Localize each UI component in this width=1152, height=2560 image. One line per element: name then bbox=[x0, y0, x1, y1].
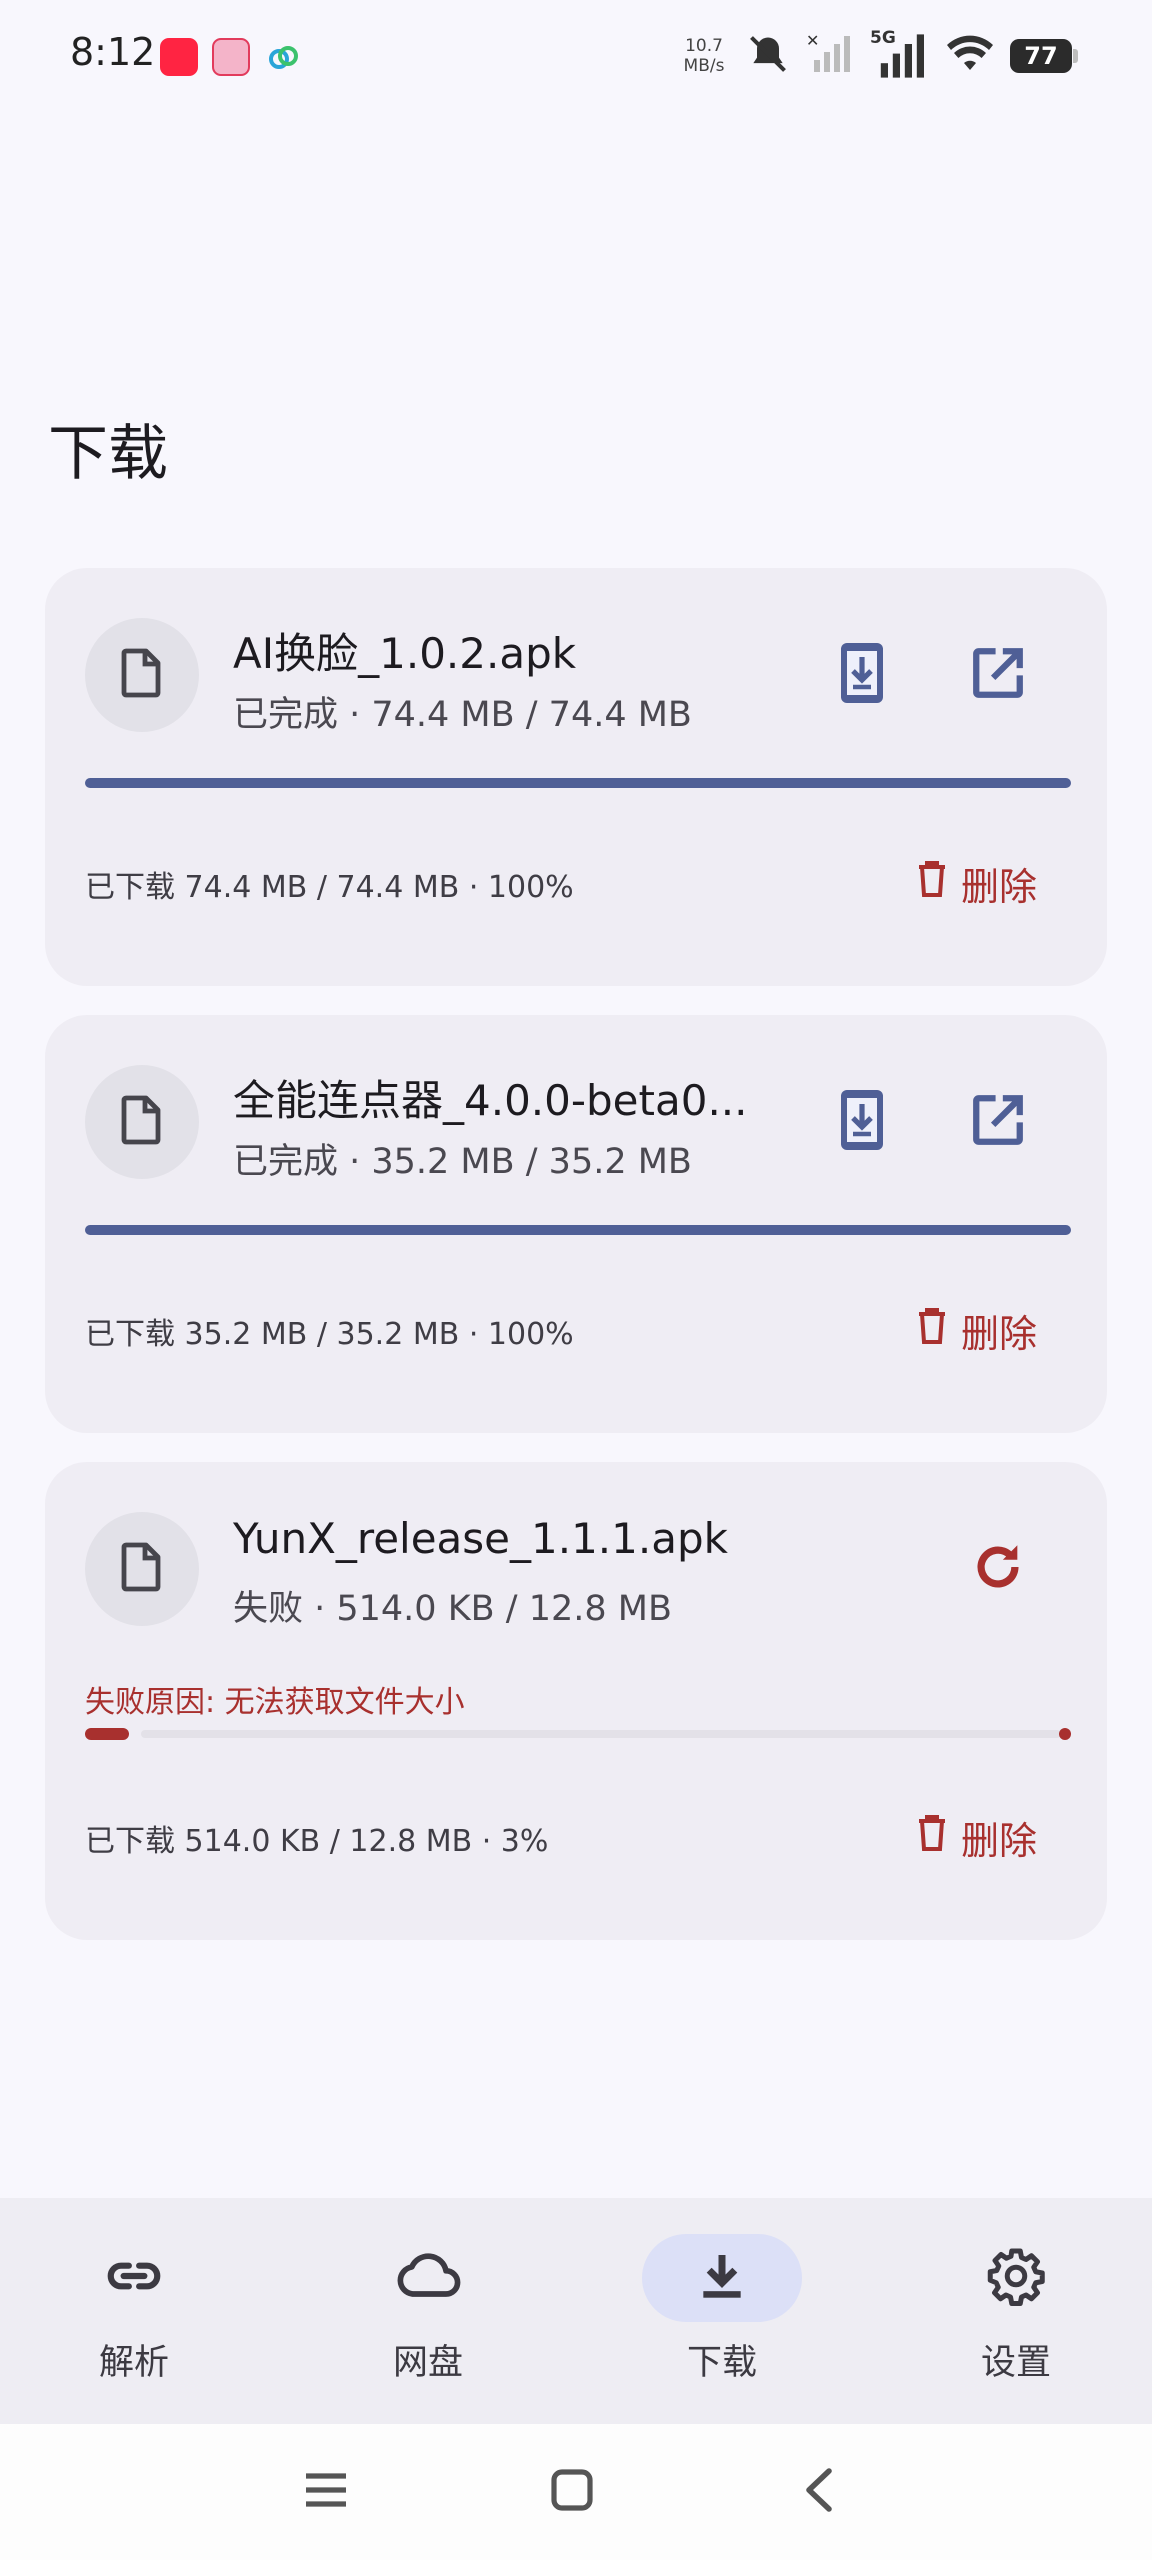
home-button[interactable] bbox=[532, 2452, 612, 2532]
network-speed: 10.7 MB/s bbox=[683, 36, 725, 76]
nav-label: 网盘 bbox=[392, 2343, 463, 2383]
cloud-app-icon bbox=[266, 40, 300, 78]
download-card: AI换脸_1.0.2.apk 已完成 · 74.4 MB / 74.4 MB 已… bbox=[45, 568, 1107, 986]
delete-button[interactable]: 删除 bbox=[917, 1810, 1037, 1865]
progress-fill bbox=[85, 1728, 129, 1740]
file-status: 失败 · 514.0 KB / 12.8 MB bbox=[233, 1589, 672, 1629]
nav-label: 下载 bbox=[686, 2343, 757, 2383]
link-icon bbox=[103, 2245, 165, 2311]
file-icon bbox=[120, 1094, 164, 1150]
cloud-icon bbox=[392, 2245, 464, 2311]
status-time: 8:12 bbox=[70, 30, 156, 74]
open-external-button[interactable] bbox=[958, 635, 1038, 715]
progress-track-rest bbox=[141, 1730, 1061, 1738]
download-card: 全能连点器_4.0.0-beta0... 已完成 · 35.2 MB / 35.… bbox=[45, 1015, 1107, 1433]
file-status: 已完成 · 35.2 MB / 35.2 MB bbox=[233, 1142, 692, 1182]
delete-button[interactable]: 删除 bbox=[917, 856, 1037, 911]
delete-label: 删除 bbox=[960, 865, 1037, 909]
install-button[interactable] bbox=[822, 1082, 902, 1162]
file-icon bbox=[120, 647, 164, 703]
trash-icon bbox=[917, 1307, 947, 1354]
delete-label: 删除 bbox=[960, 1312, 1037, 1356]
battery-indicator: 77 bbox=[1010, 39, 1078, 73]
error-reason: 失败原因: 无法获取文件大小 bbox=[85, 1685, 465, 1720]
file-avatar bbox=[85, 1512, 199, 1626]
system-navigation-bar bbox=[0, 2424, 1152, 2560]
downloaded-info: 已下载 35.2 MB / 35.2 MB · 100% bbox=[85, 1317, 574, 1352]
back-button[interactable] bbox=[778, 2452, 858, 2532]
progress-bar bbox=[85, 778, 1071, 788]
progress-bar bbox=[85, 1225, 1071, 1235]
file-name: YunX_release_1.1.1.apk bbox=[233, 1514, 728, 1563]
progress-end-dot bbox=[1059, 1728, 1071, 1740]
signal-no-service-icon: ✕ bbox=[806, 31, 854, 80]
xiaohongshu-app-icon bbox=[160, 38, 198, 76]
trash-icon bbox=[917, 1814, 947, 1861]
nav-item-parse[interactable]: 解析 bbox=[34, 2234, 234, 2385]
file-avatar bbox=[85, 618, 199, 732]
delete-button[interactable]: 删除 bbox=[917, 1303, 1037, 1358]
delete-label: 删除 bbox=[960, 1819, 1037, 1863]
menu-button[interactable] bbox=[286, 2452, 366, 2532]
progress-bar bbox=[85, 1728, 1071, 1740]
wifi-icon bbox=[946, 34, 994, 78]
nav-item-settings[interactable]: 设置 bbox=[916, 2234, 1116, 2385]
page-title: 下载 bbox=[48, 419, 168, 489]
nav-item-netdisk[interactable]: 网盘 bbox=[328, 2234, 528, 2385]
nav-item-download[interactable]: 下载 bbox=[622, 2234, 822, 2385]
install-apk-icon bbox=[839, 641, 885, 709]
nav-label: 解析 bbox=[98, 2343, 169, 2383]
cartoon-app-icon bbox=[212, 38, 250, 76]
open-external-button[interactable] bbox=[958, 1082, 1038, 1162]
file-name: 全能连点器_4.0.0-beta0... bbox=[233, 1076, 748, 1125]
retry-icon bbox=[969, 1538, 1027, 1600]
file-avatar bbox=[85, 1065, 199, 1179]
download-icon bbox=[694, 2248, 750, 2308]
nav-label: 设置 bbox=[980, 2343, 1051, 2383]
open-external-icon bbox=[969, 1091, 1027, 1153]
file-name: AI换脸_1.0.2.apk bbox=[233, 629, 577, 678]
downloaded-info: 已下载 74.4 MB / 74.4 MB · 100% bbox=[85, 870, 574, 905]
trash-icon bbox=[917, 860, 947, 907]
retry-button[interactable] bbox=[958, 1529, 1038, 1609]
install-button[interactable] bbox=[822, 635, 902, 715]
file-icon bbox=[120, 1541, 164, 1597]
bottom-navigation: 解析 网盘 下载 设置 bbox=[0, 2198, 1152, 2424]
status-bar: 8:12 10.7 MB/s ✕ 5G 77 bbox=[0, 0, 1152, 112]
home-square-icon bbox=[551, 2469, 593, 2515]
file-status: 已完成 · 74.4 MB / 74.4 MB bbox=[233, 695, 692, 735]
open-external-icon bbox=[969, 644, 1027, 706]
install-apk-icon bbox=[839, 1088, 885, 1156]
gear-icon bbox=[986, 2246, 1046, 2310]
downloaded-info: 已下载 514.0 KB / 12.8 MB · 3% bbox=[85, 1824, 549, 1859]
svg-text:✕: ✕ bbox=[806, 32, 819, 50]
back-arrow-icon bbox=[803, 2467, 833, 2517]
menu-icon bbox=[304, 2470, 348, 2514]
mute-bell-icon bbox=[746, 32, 790, 80]
signal-5g-icon: 5G bbox=[870, 28, 930, 80]
download-card: YunX_release_1.1.1.apk 失败 · 514.0 KB / 1… bbox=[45, 1462, 1107, 1940]
